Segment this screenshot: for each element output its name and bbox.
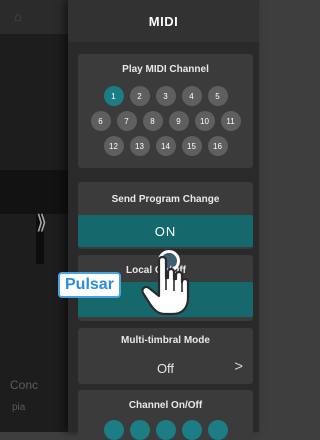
background-app: ⌂ ⟫ Conc pia (0, 0, 68, 432)
channel-button[interactable]: 12 (103, 136, 124, 156)
channel-button[interactable]: 4 (181, 86, 202, 106)
panel-title: MIDI (68, 0, 259, 42)
channel-button[interactable]: 15 (181, 136, 202, 156)
multitimbral-mode-value: Off (156, 360, 175, 376)
channel-onoff-button[interactable] (103, 420, 124, 440)
play-midi-channel-title: Play MIDI Channel (122, 64, 209, 75)
channel-grid: 1 2 3 4 5 6 7 8 9 10 11 12 13 14 15 16 (78, 86, 253, 161)
tap-label: Pulsar (58, 272, 121, 298)
channel-onoff-button[interactable] (181, 420, 202, 440)
channel-button[interactable]: 16 (207, 136, 228, 156)
background-header: ⌂ (0, 0, 68, 34)
send-program-change-card: Send Program Change ON (78, 182, 253, 249)
channel-button[interactable]: 10 (194, 111, 215, 131)
multitimbral-mode-value-row[interactable]: Off > (78, 356, 253, 380)
send-program-change-title: Send Program Change (111, 194, 220, 205)
channel-onoff-row (78, 420, 253, 440)
multitimbral-mode-card[interactable]: Multi-timbral Mode Off > (78, 328, 253, 384)
channel-button[interactable]: 5 (207, 86, 228, 106)
expand-chevron-icon[interactable]: ⟫ (36, 210, 47, 235)
channel-button[interactable]: 13 (129, 136, 150, 156)
piano-icon: ⌂ (14, 9, 22, 24)
channel-onoff-button[interactable] (207, 420, 228, 440)
channel-button[interactable]: 8 (142, 111, 163, 131)
channel-button[interactable]: 9 (168, 111, 189, 131)
send-program-change-toggle[interactable]: ON (78, 215, 253, 247)
play-midi-channel-card: Play MIDI Channel 1 2 3 4 5 6 7 8 9 10 11 12 13 14 15 1… (78, 54, 253, 168)
channel-row: 12 13 14 15 16 (78, 136, 253, 156)
channel-button[interactable]: 7 (116, 111, 137, 131)
background-label: Conc (10, 378, 39, 392)
channel-button[interactable]: 1 (103, 86, 124, 106)
channel-button[interactable]: 3 (155, 86, 176, 106)
channel-onoff-title: Channel On/Off (128, 400, 203, 411)
channel-row: 12345 (78, 86, 253, 106)
channel-button[interactable]: 11 (220, 111, 241, 131)
channel-onoff-button[interactable] (129, 420, 150, 440)
piano-silhouette (0, 170, 68, 214)
channel-button[interactable]: 2 (129, 86, 150, 106)
multitimbral-mode-title: Multi-timbral Mode (121, 335, 210, 346)
midi-panel: MIDI Play MIDI Channel 1 2 3 4 5 6 7 8 9 10 11 12 13… (68, 0, 259, 440)
background-sublabel: pia (12, 402, 26, 413)
channel-onoff-button[interactable] (155, 420, 176, 440)
channel-button[interactable]: 6 (90, 111, 111, 131)
channel-button[interactable]: 14 (155, 136, 176, 156)
channel-onoff-card: Channel On/Off (78, 390, 253, 440)
channel-row: 6 7 8 9 10 11 (78, 111, 253, 131)
pointing-hand-icon (141, 255, 190, 316)
chevron-right-icon: > (234, 358, 243, 375)
